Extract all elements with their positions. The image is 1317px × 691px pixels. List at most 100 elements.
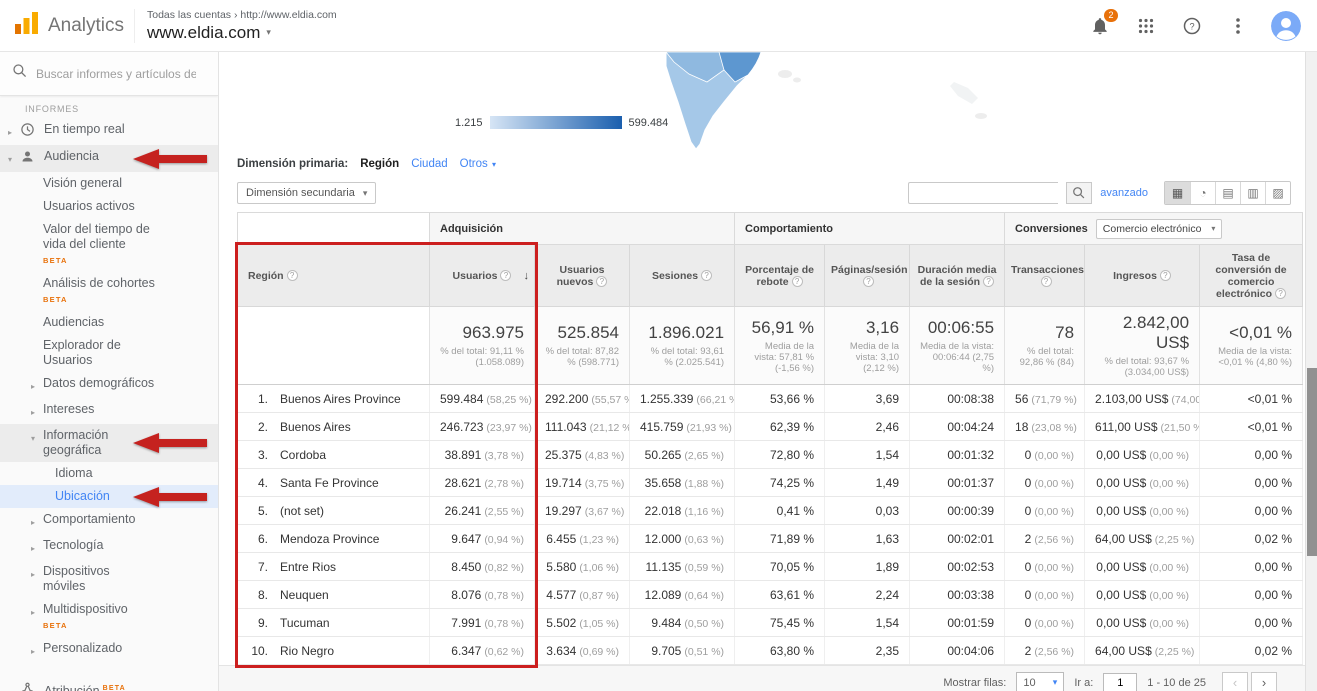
dimension-option-region[interactable]: Región [360,158,399,170]
chevron-down-icon[interactable]: ▾ [31,428,43,446]
chevron-right-icon[interactable]: ▸ [31,602,43,620]
help-icon[interactable]: ? [1041,276,1052,287]
region-link[interactable]: Santa Fe Province [280,476,379,490]
region-link[interactable]: Mendoza Province [280,532,379,546]
region-link[interactable]: Buenos Aires Province [280,392,401,406]
help-icon[interactable]: ? [1160,270,1171,281]
cell-usuarios: 38.891(3,78 %) [430,441,535,469]
region-link[interactable]: Rio Negro [280,644,334,658]
ecommerce-selector[interactable]: Comercio electrónico▾ [1096,219,1223,239]
sidebar-item-vision-general[interactable]: Visión general [0,172,218,195]
col-header-region[interactable]: Región? [238,245,430,307]
region-link[interactable]: Cordoba [280,448,326,462]
percentage-view-icon[interactable]: ◔ [1190,182,1215,204]
next-page-button[interactable]: › [1251,672,1277,691]
dimension-option-ciudad[interactable]: Ciudad [411,158,447,170]
region-link[interactable]: Neuquen [280,588,329,602]
breadcrumb[interactable]: Todas las cuentas › http://www.eldia.com [147,9,337,21]
help-icon[interactable]: ? [287,270,298,281]
region-link[interactable]: Entre Rios [280,560,336,574]
col-header-ingresos[interactable]: Ingresos? [1085,245,1200,307]
notifications-button[interactable]: 2 [1087,13,1113,39]
sidebar-item-comportamiento[interactable]: ▸Comportamiento [0,508,218,534]
vertical-scrollbar[interactable] [1305,52,1317,691]
chevron-right-icon[interactable]: ▸ [31,376,43,394]
chevron-right-icon[interactable]: ▸ [8,122,20,140]
apps-grid-button[interactable] [1133,13,1159,39]
geo-map[interactable] [219,52,1305,150]
help-icon[interactable]: ? [792,276,803,287]
prev-page-button[interactable]: ‹ [1222,672,1248,691]
cell-percent: (0,00 %) [1149,590,1189,602]
sidebar-search[interactable] [0,52,218,96]
cell-usuarios-nuevos: 4.577(0,87 %) [535,581,630,609]
region-link[interactable]: Tucuman [280,616,330,630]
chevron-right-icon[interactable]: ▸ [31,641,43,659]
sidebar-item-usuarios-activos[interactable]: Usuarios activos [0,195,218,218]
col-header-usuarios[interactable]: Usuarios?↓ [430,245,535,307]
help-icon[interactable]: ? [863,276,874,287]
pivot-view-icon[interactable]: ▨ [1265,182,1290,204]
goto-page-input[interactable] [1103,673,1137,691]
cell-porcentaje-de-rebote: 75,45 % [735,609,825,637]
sidebar-item-audiencia[interactable]: ▾Audiencia [0,145,218,172]
sidebar-item-label: Audiencias [43,315,104,330]
col-header-sesiones[interactable]: Sesiones? [630,245,735,307]
col-header-usuarios-nuevos[interactable]: Usuarios nuevos? [535,245,630,307]
col-header-paginas-sesion[interactable]: Páginas/sesión? [825,245,910,307]
col-header-tasa-de-conversion-de-comercio-electronico[interactable]: Tasa de conversión de comercio electróni… [1200,245,1303,307]
help-icon[interactable]: ? [983,276,994,287]
sidebar-item-informacion-geografica[interactable]: ▾Información geográfica [0,424,218,462]
more-menu-button[interactable] [1225,13,1251,39]
col-header-duracion-media-de-la-sesion[interactable]: Duración media de la sesión? [910,245,1005,307]
sidebar-item-atribucion[interactable]: AtribuciónBETA [0,677,218,691]
analytics-logo[interactable]: Analytics [0,11,134,40]
sidebar-item-ubicacion[interactable]: Ubicación [0,485,218,508]
help-button[interactable]: ? [1179,13,1205,39]
secondary-dimension-button[interactable]: Dimensión secundaria ▾ [237,182,376,204]
sidebar-item-idioma[interactable]: Idioma [0,462,218,485]
cell-percent: (55,57 %) [591,394,629,406]
table-search-input[interactable] [908,182,1058,204]
sidebar-item-datos-demograficos[interactable]: ▸Datos demográficos [0,372,218,398]
sidebar-item-intereses[interactable]: ▸Intereses [0,398,218,424]
account-selector[interactable]: www.eldia.com ▾ [147,23,337,43]
help-icon[interactable]: ? [596,276,607,287]
help-icon[interactable]: ? [500,270,511,281]
sidebar-item-analisis-de-cohortes[interactable]: Análisis de cohortesBETA [0,272,218,311]
search-input[interactable] [36,67,196,81]
rows-per-page-select[interactable]: 10 ▾ [1016,672,1064,691]
help-icon[interactable]: ? [1275,288,1286,299]
table-view-icon[interactable]: ▦ [1165,182,1190,204]
chevron-down-icon[interactable]: ▾ [8,149,20,167]
chevron-right-icon[interactable]: ▸ [31,564,43,582]
table-search-button[interactable] [1066,182,1092,204]
sidebar-item-valor-del-tiempo-de-vida-del-cliente[interactable]: Valor del tiempo de vida del clienteBETA [0,218,218,272]
chevron-right-icon[interactable]: ▸ [31,512,43,530]
goto-label: Ir a: [1074,677,1093,689]
col-header-porcentaje-de-rebote[interactable]: Porcentaje de rebote? [735,245,825,307]
region-link[interactable]: (not set) [280,504,324,518]
region-link[interactable]: Buenos Aires [280,420,351,434]
col-header-transacciones[interactable]: Transacciones? [1005,245,1085,307]
cell-value: 5.502 [546,616,576,630]
scrollbar-thumb[interactable] [1307,368,1317,556]
sidebar-item-en-tiempo-real[interactable]: ▸En tiempo real [0,118,218,145]
help-icon[interactable]: ? [701,270,712,281]
sidebar-item-explorador-de-usuarios[interactable]: Explorador de Usuarios [0,334,218,372]
sidebar-item-multidispositivo[interactable]: ▸MultidispositivoBETA [0,598,218,637]
sidebar-item-audiencias[interactable]: Audiencias [0,311,218,334]
chevron-right-icon[interactable]: ▸ [31,538,43,556]
performance-view-icon[interactable]: ▤ [1215,182,1240,204]
sidebar-item-personalizado[interactable]: ▸Personalizado [0,637,218,663]
sidebar-item-dispositivos-moviles[interactable]: ▸Dispositivos móviles [0,560,218,598]
nav-arrow-spacer [31,276,43,279]
table-row: 6.Mendoza Province9.647(0,94 %)6.455(1,2… [238,525,1303,553]
cell-duracion-media-de-la-sesion: 00:04:24 [910,413,1005,441]
dimension-option-otros[interactable]: Otros ▾ [460,158,496,170]
chevron-right-icon[interactable]: ▸ [31,402,43,420]
advanced-filter-link[interactable]: avanzado [1100,187,1148,199]
avatar[interactable] [1271,11,1301,41]
sidebar-item-tecnologia[interactable]: ▸Tecnología [0,534,218,560]
comparison-view-icon[interactable]: ▥ [1240,182,1265,204]
